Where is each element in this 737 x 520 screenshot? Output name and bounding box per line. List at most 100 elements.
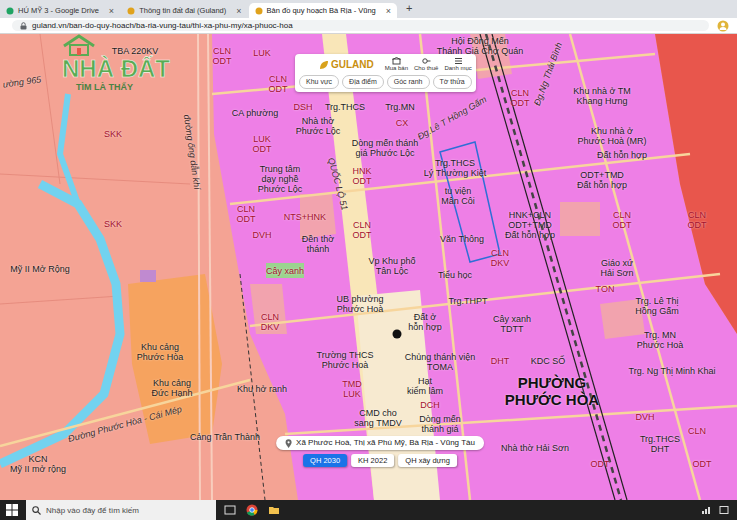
pin-icon [285,439,292,448]
screen: HÚ MỸ 3 - Google Drive×Thông tin đất đai… [0,0,737,520]
map-label: Nhà thờ Hải Sơn [501,443,569,453]
map-label: DSH [293,102,312,112]
tree-strip [266,263,304,278]
residential-zone [212,34,737,500]
map-label: Trg.THCS [325,102,365,112]
map-label: KDC SỐ [531,356,566,366]
tab-label: Thông tin đất đai (Guland) [139,6,226,15]
system-tray [701,505,733,515]
watermark-brand: NHÀ ĐẤT [62,56,170,82]
map-label: CLN DKV [261,312,280,332]
header-nav-item[interactable]: Cho thuê [414,57,438,72]
map-label: Khu hở ranh [237,384,287,394]
map-label: Tiểu học [438,270,472,280]
filter-button[interactable]: Địa điểm [342,75,384,89]
map-label: HNK+CLN ODT+TMD Đất hỗn hợp [505,210,555,240]
chrome-icon[interactable] [246,504,258,516]
map-label: CLN DKV [491,248,510,268]
guland-logo[interactable]: GULAND [299,59,374,70]
url-field[interactable]: guland.vn/ban-do-quy-hoach/ba-ria-vung-t… [12,20,709,31]
filter-button[interactable]: Tờ thửa [433,75,472,89]
purple-parcel [140,270,156,282]
map-label: PHƯỜNG PHƯỚC HÒA [505,374,599,408]
map-label: Đất ở hỗn hợp [408,312,441,332]
tab-label: Bản đồ quy hoạch Bà Rịa - Vũng [267,6,376,15]
map-label: SKK [104,129,122,139]
tab-bar: HÚ MỸ 3 - Google Drive×Thông tin đất đai… [0,0,737,18]
house-logo-icon [62,34,96,56]
map-label: CLN [688,426,706,436]
map-label: DCH [420,400,440,410]
notification-icon[interactable] [719,505,729,515]
layer-switch: QH 2030 KH 2022 QH xây dựng [303,454,457,467]
layer-button[interactable]: QH 2030 [303,454,347,467]
map-label: Văn Thông [440,234,484,244]
map-label: CMD cho sang TMDV [354,408,401,428]
map-label: CLN ODT [688,210,707,230]
map-label: DHT [491,356,510,366]
tab-close-button[interactable]: × [386,6,391,16]
browser-tab[interactable]: HÚ MỸ 3 - Google Drive× [0,3,120,18]
map-label: Dòng mến thánh giá [419,414,461,434]
nav-icon [392,57,401,65]
map-label: Chủng thánh viện TOMA [405,352,476,372]
map-label: Cảng Trần Thành [190,432,260,442]
filter-button[interactable]: Khu vực [299,75,339,89]
map-label: ODT [591,459,610,469]
map-label: Trường THCS Phước Hoà [317,350,374,370]
taskbar-search[interactable]: Nhập vào đây để tìm kiếm [26,500,216,520]
task-view-icon[interactable] [224,504,236,516]
header-nav-item[interactable]: Danh mục [444,57,471,72]
map-label: Đất hỗn hợp [597,150,647,160]
map-label: CLN ODT [353,220,372,240]
map-label: Trg. MN Phước Hoà [637,330,683,350]
url-text: guland.vn/ban-do-quy-hoach/ba-ria-vung-t… [32,21,293,30]
layer-button[interactable]: KH 2022 [351,454,394,467]
folder-icon[interactable] [268,504,280,516]
planning-map[interactable]: TBA 220KVCLN ODTLUKCLN ODTường 965SKKSKK… [0,34,737,500]
favicon-icon [6,7,14,15]
favicon-icon [127,7,135,15]
map-label: Trg.THCS DHT [640,434,680,454]
map-label: CLN ODT [511,88,530,108]
map-label: Khu cảng Đức Hạnh [151,378,192,398]
nav-icon [454,57,463,65]
map-label: NTS+HNK [284,212,326,222]
map-label: Trg.THPT [448,296,487,306]
tab-close-button[interactable]: × [236,6,241,16]
browser-tab[interactable]: Bản đồ quy hoạch Bà Rịa - Vũng × [249,3,398,18]
network-icon[interactable] [701,505,711,515]
map-label: Vp Khu phố Tân Lộc [368,256,415,276]
map-label: TBA 220KV [112,46,159,56]
map-label: HNK ODT [352,166,371,186]
address-bar: guland.vn/ban-do-quy-hoach/ba-ria-vung-t… [0,18,737,34]
browser-tab[interactable]: Thông tin đất đai (Guland) × [121,3,247,18]
lock-icon [20,22,27,30]
filter-button[interactable]: Góc ranh [387,75,430,89]
windows-start-icon[interactable] [6,504,18,516]
map-label: Khu cảng Phước Hòa [137,342,183,362]
tab-close-button[interactable]: × [109,6,114,16]
watermark: NHÀ ĐẤTTÌM LÀ THẤY [62,34,170,92]
map-label: Hạt kiểm lâm [407,376,443,396]
streets [0,34,737,500]
map-label: CLN ODT [613,210,632,230]
map-label: tu viện Mân Côi [441,186,475,206]
map-label: Trg. Ng Thị Minh Khai [628,366,715,376]
map-label: Trg. Lê Thị Hồng Gấm [635,296,679,316]
layer-button[interactable]: QH xây dựng [398,454,457,467]
map-label: TMD LUK [342,379,362,399]
header-nav-item[interactable]: Mua bán [385,57,408,72]
map-label: ODT+TMD Đất hỗn hợp [577,170,627,190]
map-label: Cây xanh [266,266,304,276]
canal-branch [60,94,78,204]
map-label: UB phường Phước Hoà [337,294,384,314]
industrial-zone [655,34,737,334]
search-icon [32,506,41,515]
new-tab-button[interactable]: + [398,2,420,16]
canal [0,184,120,464]
map-label: Dòng mến thánh giá Phước Lộc [352,138,419,158]
favicon-icon [255,7,263,15]
map-label: DVH [252,230,271,240]
profile-avatar-icon[interactable] [717,20,729,32]
